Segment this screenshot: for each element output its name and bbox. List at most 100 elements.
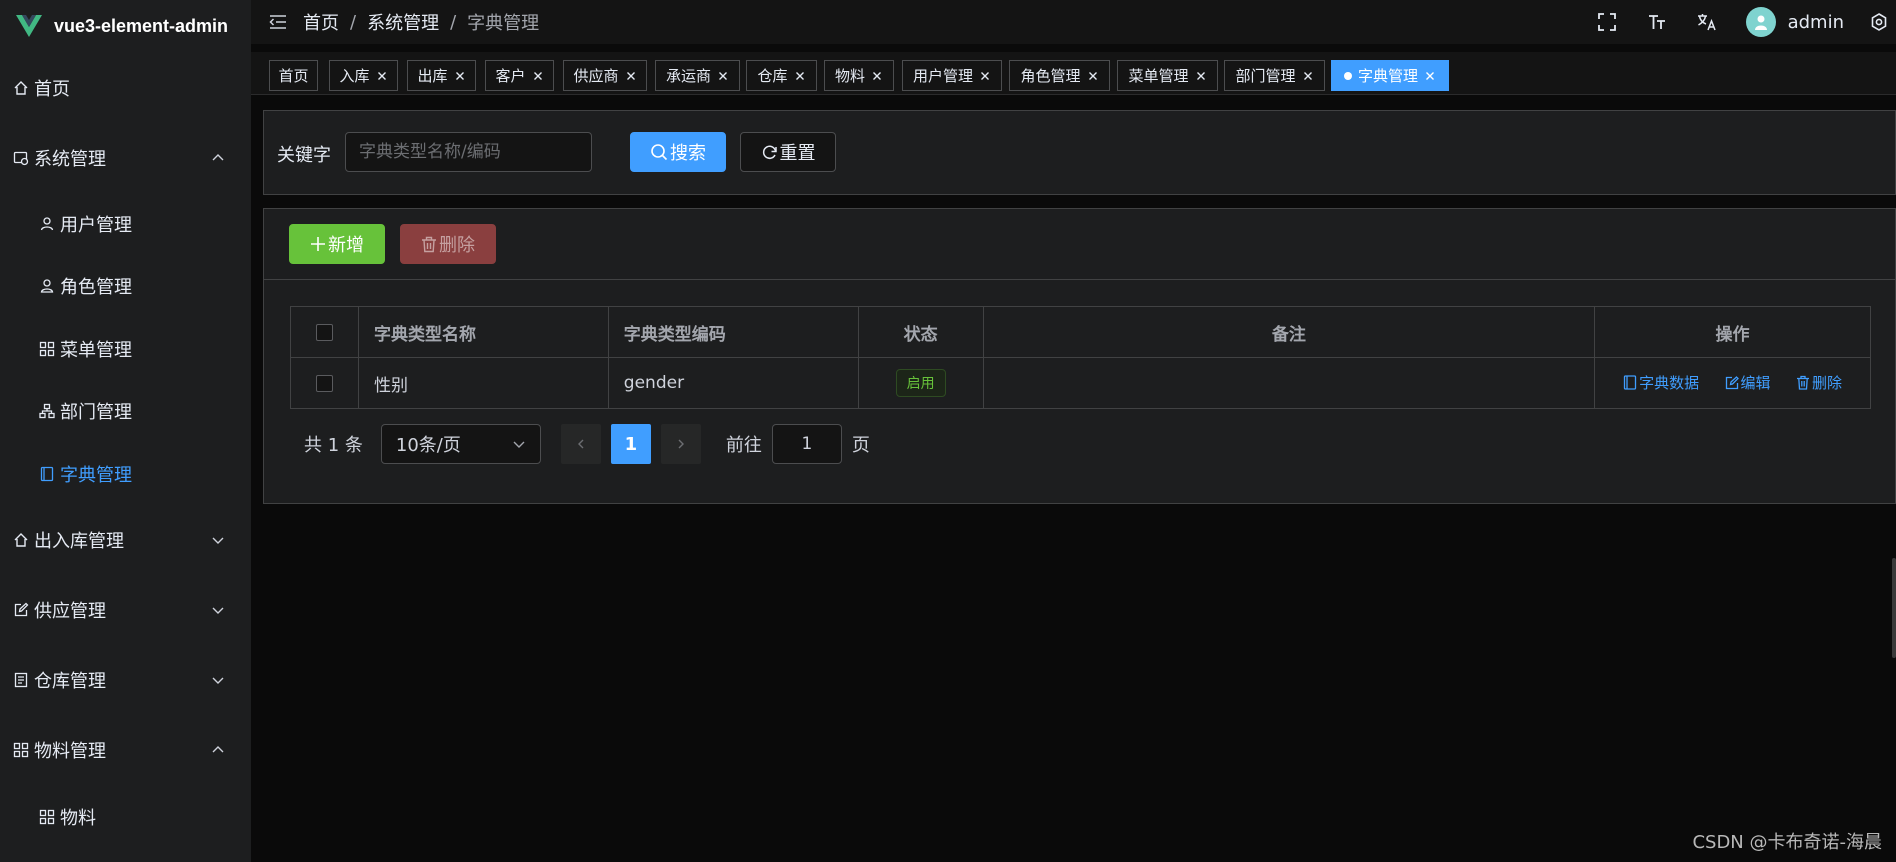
table-header-row: 字典类型名称 字典类型编码 状态 备注 操作 — [290, 306, 1871, 358]
logo[interactable]: vue3-element-admin — [0, 0, 251, 52]
total-count: 共 1 条 — [304, 435, 363, 456]
hamburger-button[interactable] — [267, 11, 289, 33]
goto-page-input[interactable] — [771, 424, 842, 464]
app-title: vue3-element-admin — [54, 15, 229, 36]
tag-material[interactable]: 物料 — [824, 60, 894, 91]
font-size-button[interactable] — [1646, 11, 1668, 33]
search-button-label: 搜索 — [670, 143, 706, 164]
chevron-down-icon — [212, 537, 224, 544]
fullscreen-button[interactable] — [1596, 11, 1618, 33]
sidebar-item-label: 系统管理 — [34, 149, 106, 170]
sidebar-item-system[interactable]: 系统管理 — [0, 136, 251, 180]
sidebar-item-label: 部门管理 — [60, 402, 132, 423]
sidebar-item-users[interactable]: 用户管理 — [0, 202, 251, 246]
sidebar-item-warehouse[interactable]: 仓库管理 — [0, 658, 251, 702]
tag-supplier[interactable]: 供应商 — [563, 60, 647, 91]
close-icon[interactable] — [1195, 70, 1207, 82]
page-size-value: 10条/页 — [395, 435, 461, 456]
sidebar-item-materials[interactable]: 物料管理 — [0, 728, 251, 772]
keyword-input[interactable] — [345, 132, 592, 172]
cell-actions: 字典数据 编辑 删除 — [1594, 357, 1871, 409]
trash-icon — [1796, 375, 1809, 390]
close-icon[interactable] — [454, 70, 466, 82]
tag-inbound[interactable]: 入库 — [329, 60, 398, 91]
sidebar-item-label: 出入库管理 — [34, 531, 124, 552]
sidebar-item-dictionary[interactable]: 字典管理 — [0, 452, 251, 496]
add-button[interactable]: 新增 — [289, 224, 385, 264]
status-badge: 启用 — [895, 369, 946, 397]
delete-button-label: 删除 — [439, 235, 475, 256]
breadcrumb-item-current: 字典管理 — [467, 13, 540, 34]
close-icon[interactable] — [625, 70, 637, 82]
close-icon[interactable] — [1424, 70, 1436, 82]
cell-name: 性别 — [357, 357, 609, 409]
close-icon[interactable] — [979, 70, 991, 82]
delete-button[interactable]: 删除 — [400, 224, 496, 264]
sidebar-item-departments[interactable]: 部门管理 — [0, 389, 251, 433]
tag-carrier[interactable]: 承运商 — [655, 60, 740, 91]
tag-outbound[interactable]: 出库 — [407, 60, 476, 91]
dict-icon — [38, 465, 56, 483]
row-checkbox[interactable] — [315, 374, 333, 392]
active-dot — [1343, 71, 1352, 80]
tag-home[interactable]: 首页 — [269, 60, 318, 91]
prev-page-button[interactable] — [560, 424, 601, 464]
avatar[interactable] — [1745, 7, 1776, 37]
sidebar-item-label: 供应管理 — [34, 601, 106, 622]
tag-departments[interactable]: 部门管理 — [1224, 60, 1325, 91]
language-button[interactable] — [1696, 11, 1718, 33]
close-icon[interactable] — [1087, 70, 1099, 82]
user-avatar-icon — [1754, 15, 1767, 30]
settings-button[interactable] — [1868, 11, 1890, 33]
role-icon — [38, 277, 56, 295]
tag-warehouse[interactable]: 仓库 — [746, 60, 817, 91]
tag-dictionary[interactable]: 字典管理 — [1331, 60, 1449, 91]
select-all-checkbox[interactable] — [315, 323, 333, 341]
close-icon[interactable] — [717, 70, 729, 82]
sidebar-item-label: 仓库管理 — [34, 671, 106, 692]
username[interactable]: admin — [1788, 12, 1844, 33]
sidebar-item-menus[interactable]: 菜单管理 — [0, 327, 251, 371]
sidebar-item-material[interactable]: 物料 — [0, 795, 251, 839]
close-icon[interactable] — [532, 70, 544, 82]
tag-label: 角色管理 — [1020, 67, 1081, 85]
sidebar-item-home[interactable]: 首页 — [0, 66, 251, 110]
tag-users[interactable]: 用户管理 — [902, 60, 1002, 91]
tag-customer[interactable]: 客户 — [485, 60, 554, 91]
edit-link[interactable]: 编辑 — [1725, 372, 1771, 393]
dict-data-link[interactable]: 字典数据 — [1623, 372, 1699, 393]
search-button[interactable]: 搜索 — [630, 132, 726, 172]
table-panel: 新增 删除 字典类型名称 字典类型编码 状态 备注 操作 性别 gender 启… — [263, 208, 1896, 504]
edit-icon — [1725, 375, 1739, 389]
reset-button-label: 重置 — [779, 143, 816, 164]
grid-icon — [12, 741, 30, 759]
sidebar-item-inout[interactable]: 出入库管理 — [0, 518, 251, 562]
page-size-select[interactable]: 10条/页 — [380, 424, 541, 464]
sidebar-item-supply[interactable]: 供应管理 — [0, 588, 251, 632]
fullscreen-icon — [1597, 13, 1616, 31]
sidebar-item-label: 物料管理 — [34, 741, 106, 762]
column-header-code: 字典类型编码 — [607, 306, 859, 358]
tag-roles[interactable]: 角色管理 — [1009, 60, 1110, 91]
next-page-button[interactable] — [660, 424, 701, 464]
scrollbar[interactable] — [1892, 558, 1896, 658]
breadcrumb-item-home[interactable]: 首页 — [303, 9, 339, 35]
breadcrumb-item-system[interactable]: 系统管理 — [367, 9, 439, 35]
close-icon[interactable] — [871, 70, 883, 82]
tag-label: 客户 — [495, 67, 526, 85]
reset-button[interactable]: 重置 — [740, 132, 836, 172]
menu-icon — [38, 340, 56, 358]
sidebar: vue3-element-admin 首页 系统管理 用户管理 角色管理 菜单管… — [0, 0, 251, 862]
delete-link[interactable]: 删除 — [1796, 372, 1842, 393]
system-icon — [12, 149, 30, 167]
chevron-up-icon — [212, 746, 224, 753]
chevron-down-icon — [513, 441, 525, 448]
page-number[interactable]: 1 — [610, 424, 651, 464]
close-icon[interactable] — [376, 70, 388, 82]
add-button-label: 新增 — [328, 235, 364, 256]
sidebar-item-roles[interactable]: 角色管理 — [0, 264, 251, 308]
close-icon[interactable] — [1302, 70, 1314, 82]
tag-menus[interactable]: 菜单管理 — [1117, 60, 1218, 91]
grid-icon — [38, 808, 56, 826]
close-icon[interactable] — [794, 70, 806, 82]
